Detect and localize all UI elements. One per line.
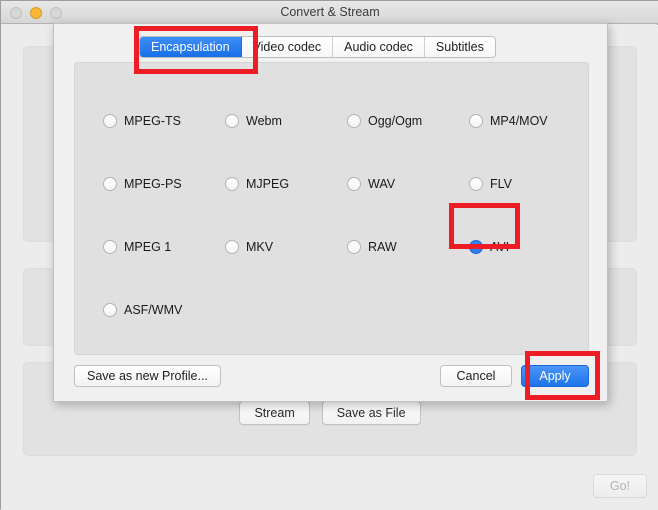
window-title: Convert & Stream <box>280 5 380 19</box>
radio-label: WAV <box>368 177 396 191</box>
tab-audio-codec[interactable]: Audio codec <box>333 37 425 57</box>
radio-option-flv[interactable]: FLV <box>469 177 512 191</box>
radio-label: Ogg/Ogm <box>368 114 423 128</box>
radio-indicator <box>103 177 117 191</box>
radio-option-webm[interactable]: Webm <box>225 114 282 128</box>
radio-indicator <box>469 177 483 191</box>
dialog-tabbar: Encapsulation Video codec Audio codec Su… <box>139 36 496 58</box>
radio-label: MKV <box>246 240 274 254</box>
radio-label: Webm <box>246 114 282 128</box>
radio-indicator <box>225 114 239 128</box>
encapsulation-radio-group: MPEG-TS Webm Ogg/Ogm MP4/MOV MPEG-PS MJP… <box>75 63 588 354</box>
radio-indicator <box>469 114 483 128</box>
radio-option-mjpeg[interactable]: MJPEG <box>225 177 289 191</box>
encapsulation-dialog: Encapsulation Video codec Audio codec Su… <box>53 23 608 402</box>
radio-label: MJPEG <box>246 177 290 191</box>
radio-indicator <box>225 240 239 254</box>
radio-option-mpeg-ps[interactable]: MPEG-PS <box>103 177 182 191</box>
radio-option-mpeg-1[interactable]: MPEG 1 <box>103 240 171 254</box>
tab-encapsulation[interactable]: Encapsulation <box>140 37 242 57</box>
radio-option-mkv[interactable]: MKV <box>225 240 273 254</box>
window-titlebar: Convert & Stream <box>1 1 658 24</box>
go-button[interactable]: Go! <box>592 474 647 498</box>
radio-indicator <box>225 177 239 191</box>
radio-option-ogg-ogm[interactable]: Ogg/Ogm <box>347 114 422 128</box>
main-action-buttons: Stream Save as File <box>1 401 658 425</box>
radio-indicator <box>103 303 117 317</box>
radio-option-wav[interactable]: WAV <box>347 177 395 191</box>
radio-label: AVI <box>490 240 510 254</box>
radio-label: MPEG-PS <box>124 177 182 191</box>
save-as-file-button[interactable]: Save as File <box>321 401 421 425</box>
stream-button[interactable]: Stream <box>239 401 310 425</box>
radio-option-mp4-mov[interactable]: MP4/MOV <box>469 114 548 128</box>
radio-indicator <box>347 114 361 128</box>
tab-subtitles[interactable]: Subtitles <box>424 37 495 57</box>
save-as-new-profile-button[interactable]: Save as new Profile... <box>74 365 221 387</box>
radio-label: MPEG-TS <box>124 114 181 128</box>
radio-indicator <box>347 240 361 254</box>
radio-option-avi[interactable]: AVI <box>469 240 509 254</box>
radio-option-raw[interactable]: RAW <box>347 240 397 254</box>
radio-label: RAW <box>368 240 397 254</box>
radio-indicator <box>103 240 117 254</box>
radio-label: ASF/WMV <box>124 303 183 317</box>
radio-label: MPEG 1 <box>124 240 172 254</box>
apply-button[interactable]: Apply <box>521 365 589 387</box>
radio-indicator <box>103 114 117 128</box>
radio-label: FLV <box>490 177 512 191</box>
radio-label: MP4/MOV <box>490 114 548 128</box>
encapsulation-options-panel: MPEG-TS Webm Ogg/Ogm MP4/MOV MPEG-PS MJP… <box>74 62 589 355</box>
radio-indicator-selected <box>469 240 483 254</box>
tab-video-codec[interactable]: Video codec <box>241 37 334 57</box>
cancel-button[interactable]: Cancel <box>440 365 512 387</box>
radio-option-asf-wmv[interactable]: ASF/WMV <box>103 303 182 317</box>
radio-indicator <box>347 177 361 191</box>
radio-option-mpeg-ts[interactable]: MPEG-TS <box>103 114 181 128</box>
